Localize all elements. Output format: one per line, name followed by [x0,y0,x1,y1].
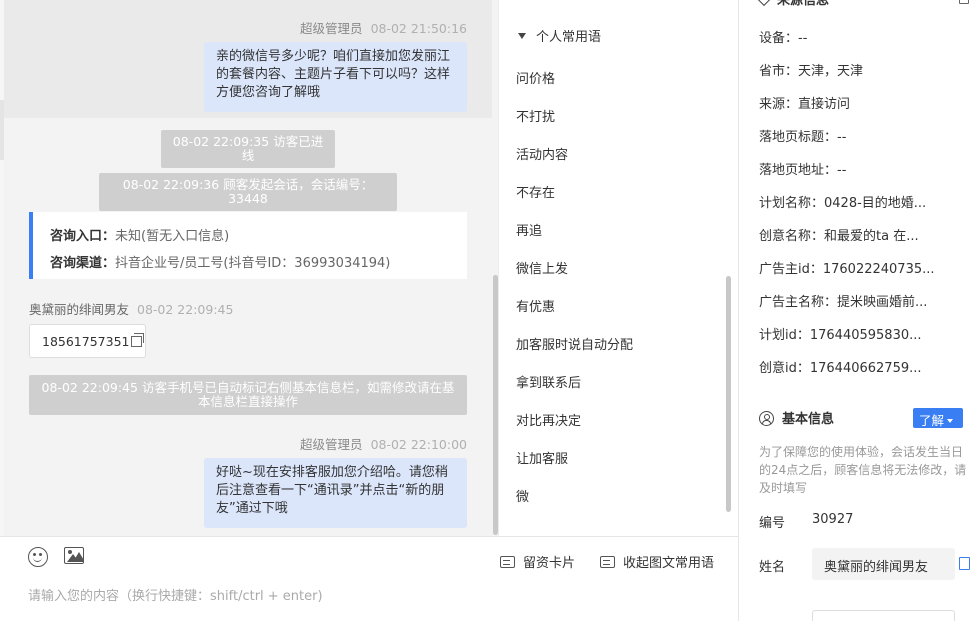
chat-pane: 超级管理员 08-02 21:50:16 亲的微信号多少呢？咱们直接加您发丽江 的… [0,0,498,536]
lead-card-label: 留资卡片 [523,556,576,571]
phrase-item[interactable]: 有优惠 [516,296,555,315]
chat-edge-mark [0,100,4,160]
caret-down-icon [518,33,526,39]
message-sender: 超级管理员 08-02 22:10:00 [300,434,467,453]
consultation-info-card: 咨询入口：未知(暂无入口信息) 咨询渠道：抖音企业号/员工号(抖音号ID：369… [29,212,467,279]
message-time: 08-02 21:50:16 [370,21,467,36]
card-icon [500,556,515,568]
message-line: 方便您咨询了解哦 [216,85,321,100]
message-line: 亲的微信号多少呢？咱们直接加您发丽江 [216,49,451,64]
edit-deadline-notice: 为了保障您的使用体验，会话发生当日的24点之后，顾客信息将无法修改，请及时填写 [759,445,967,495]
notice-line: 08-02 22:09:45 访客手机号已自动标记右侧基本信息栏，如需修改请在基 [41,380,455,395]
phrases-icon [600,556,615,568]
source-row: 落地页地址：-- [759,163,847,178]
name-label: 姓名 [759,560,786,575]
visitor-name: 奥黛丽的绯闻男友 [29,302,130,317]
phrase-item[interactable]: 让加客服 [516,448,568,467]
phrase-group-header[interactable]: 个人常用语 [518,26,601,45]
copy-icon[interactable] [131,333,145,347]
phrase-item[interactable]: 再追 [516,220,542,239]
visitor-sender: 奥黛丽的绯闻男友 08-02 22:09:45 [29,299,233,318]
phrase-item[interactable]: 不存在 [516,182,555,201]
source-row: 省市：天津，天津 [759,64,864,79]
name-field[interactable]: 奥黛丽的绯闻男友 [812,548,955,580]
learn-more-label: 了解 [919,413,945,428]
source-row: 计划id：176440595830... [759,328,922,343]
entry-row: 咨询入口：未知(暂无入口信息) [50,223,467,250]
collapse-phrases-button[interactable]: 收起图文常用语 [600,552,714,571]
emoji-icon[interactable] [28,547,48,567]
next-field[interactable] [812,610,955,621]
channel-row: 咨询渠道：抖音企业号/员工号(抖音号ID：36993034194) [50,250,467,277]
message-bubble: 好哒~现在安排客服加您介绍哈。请您稍 后注意查看一下“通讯录”并点击“新的朋 友… [204,458,467,528]
input-area: 留资卡片 收起图文常用语 [0,536,738,621]
phrase-group-label: 个人常用语 [536,30,602,45]
source-info-header: 来源信息 [756,0,830,8]
basic-info-header: 基本信息 [759,408,834,427]
message-sender: 超级管理员 08-02 21:50:16 [300,18,467,37]
phrase-item[interactable]: 微 [516,486,529,505]
source-row: 创意id：176440662759... [759,361,922,376]
phrase-item[interactable]: 拿到联系后 [516,372,581,391]
message-line: 后注意查看一下“通讯录”并点击“新的朋 [216,483,445,498]
image-mountain [73,552,83,562]
source-info-title: 来源信息 [777,0,830,8]
chat-edge [0,0,4,536]
system-notice-phone: 08-02 22:09:45 访客手机号已自动标记右侧基本信息栏，如需修改请在基… [29,375,467,415]
id-value: 30927 [812,512,854,527]
channel-label: 咨询渠道： [50,256,116,271]
message-time: 08-02 22:10:00 [370,437,467,452]
source-row: 设备：-- [759,31,808,46]
source-row: 来源：直接访问 [759,97,851,112]
channel-value: 抖音企业号/员工号(抖音号ID：36993034194) [115,256,391,271]
user-icon [759,411,774,426]
message-input[interactable] [28,585,708,607]
phone-number: 18561757351 [42,334,130,349]
system-notice-joined: 08-02 22:09:35 访客已进线 [161,130,335,168]
message-line: 友”通过下哦 [216,501,288,516]
entry-value: 未知(暂无入口信息) [115,229,230,244]
phrase-item[interactable]: 活动内容 [516,144,568,163]
phrase-item[interactable]: 不打扰 [516,106,555,125]
message-line: 的套餐内容、主题片子看下可以吗？这样 [216,67,451,82]
common-phrases-panel: 个人常用语 问价格 不打扰 活动内容 不存在 再追 微信上发 有优惠 加客服时说… [498,0,738,536]
collapse-phrases-label: 收起图文常用语 [623,556,715,571]
message-bubble: 亲的微信号多少呢？咱们直接加您发丽江 的套餐内容、主题片子看下可以吗？这样 方便… [204,42,467,112]
id-label: 编号 [759,516,786,531]
edit-icon[interactable] [959,0,969,4]
source-row: 创意名称：和最爱的ta 在... [759,229,919,244]
lead-card-button[interactable]: 留资卡片 [500,552,575,571]
source-row: 广告主名称：提米映画婚前... [759,295,928,310]
message-line: 好哒~现在安排客服加您介绍哈。请您稍 [216,465,448,480]
sender-name: 超级管理员 [300,437,363,452]
source-row: 计划名称：0428-目的地婚... [759,196,927,211]
sender-name: 超级管理员 [300,21,363,36]
phrase-item[interactable]: 微信上发 [516,258,568,277]
diamond-icon [756,0,772,7]
customer-info-panel: 来源信息 设备：-- 省市：天津，天津 来源：直接访问 落地页标题：-- 落地页… [738,0,970,621]
learn-more-button[interactable]: 了解 [913,408,963,428]
source-row: 广告主id：176022240735... [759,262,935,277]
phrase-item[interactable]: 加客服时说自动分配 [516,334,633,353]
phrases-scrollbar[interactable] [726,276,731,512]
phone-message[interactable]: 18561757351 [29,324,146,358]
notice-line: 本信息栏直接操作 [197,394,298,409]
phrase-item[interactable]: 对比再决定 [516,410,581,429]
phrase-item[interactable]: 问价格 [516,68,555,87]
copy-icon[interactable] [959,557,970,570]
image-icon[interactable] [64,547,84,564]
system-notice-session: 08-02 22:09:36 顾客发起会话，会话编号：33448 [99,173,397,211]
entry-label: 咨询入口： [50,229,116,244]
caret-down-icon [947,419,954,423]
basic-info-title: 基本信息 [782,412,835,427]
visitor-time: 08-02 22:09:45 [137,302,234,317]
source-row: 落地页标题：-- [759,130,847,145]
